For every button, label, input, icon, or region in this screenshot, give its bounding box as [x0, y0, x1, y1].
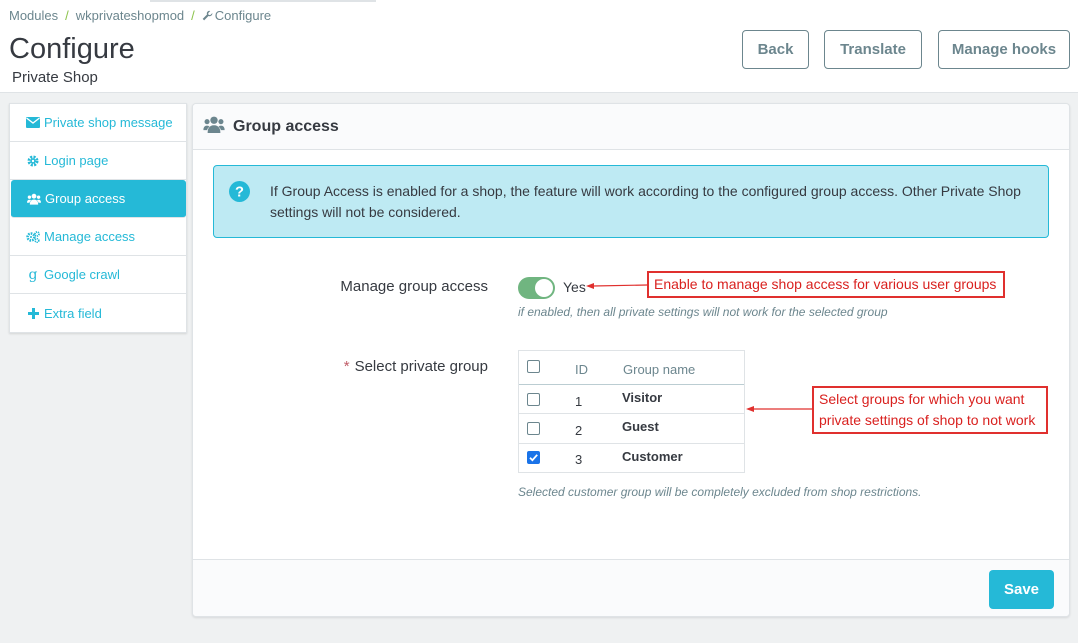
toggle-annotation: Enable to manage shop access for various…	[647, 271, 1005, 298]
annotation-arrows	[586, 283, 812, 412]
groups-annotation: Select groups for which you want private…	[812, 386, 1048, 434]
